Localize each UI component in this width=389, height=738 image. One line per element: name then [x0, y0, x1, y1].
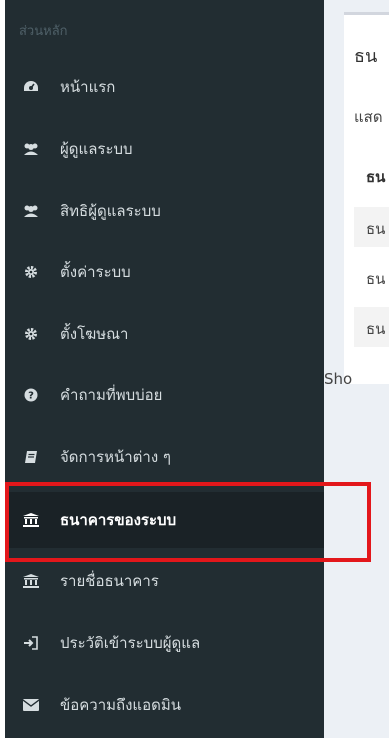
table-cell: ธน: [366, 220, 386, 238]
sidebar-item-label: คำถามที่พบบ่อย: [60, 386, 163, 404]
table-info-text: Sho: [324, 370, 353, 388]
sidebar-item-pages[interactable]: จัดการหน้าต่าง ๆ: [5, 429, 324, 485]
sidebar-item-label: ประวัติเข้าระบบผู้ดูแล: [60, 634, 201, 652]
page-title: ธน: [354, 46, 378, 67]
sidebar-item-admins[interactable]: ผู้ดูแลระบบ: [5, 121, 324, 177]
gear-icon: [21, 265, 41, 279]
table-row[interactable]: ธน: [354, 257, 389, 297]
table-row[interactable]: ธน: [354, 207, 389, 247]
sidebar-item-label: ตั้งโฆษณา: [60, 325, 129, 343]
sign-in-icon: [21, 636, 41, 650]
table-cell: ธน: [366, 320, 386, 338]
sidebar-item-admin-messages[interactable]: ข้อความถึงแอดมิน: [5, 677, 324, 733]
sidebar-item-label: ผู้ดูแลระบบ: [60, 140, 133, 158]
sidebar-item-system-bank[interactable]: ธนาคารของระบบ: [5, 492, 324, 548]
content-area: ธน แสด ธน ธน ธน ธน Sho: [324, 0, 389, 738]
sidebar-item-label: สิทธิผู้ดูแลระบบ: [60, 202, 161, 220]
bank-icon: [21, 574, 41, 588]
table-row[interactable]: ธน: [354, 307, 389, 347]
users-icon: [21, 142, 41, 156]
sidebar-item-label: หน้าแรก: [60, 78, 116, 96]
gear-icon: [21, 327, 41, 341]
sidebar-item-label: จัดการหน้าต่าง ๆ: [60, 448, 171, 466]
sidebar-item-settings[interactable]: ตั้งค่าระบบ: [5, 244, 324, 300]
question-circle-icon: ?: [21, 388, 41, 402]
sidebar: ส่วนหลัก หน้าแรก ผู้ดูแลระบบ สิทธิผู้ดูแ…: [0, 0, 324, 738]
content-panel: ธน แสด ธน ธน ธน ธน: [344, 12, 389, 384]
sidebar-item-bank-list[interactable]: รายชื่อธนาคาร: [5, 553, 324, 609]
table-cell: ธน: [366, 270, 386, 288]
dashboard-icon: [21, 80, 41, 94]
sidebar-section-header: ส่วนหลัก: [19, 24, 68, 39]
sidebar-item-home[interactable]: หน้าแรก: [5, 59, 324, 115]
book-icon: [21, 450, 41, 464]
bank-icon: [21, 513, 41, 527]
page-description: แสด: [354, 108, 383, 126]
sidebar-item-ads[interactable]: ตั้งโฆษณา: [5, 306, 324, 362]
table-header: ธน: [366, 168, 386, 186]
sidebar-item-admin-permissions[interactable]: สิทธิผู้ดูแลระบบ: [5, 183, 324, 239]
svg-text:?: ?: [28, 391, 34, 402]
users-icon: [21, 204, 41, 218]
sidebar-item-label: ธนาคารของระบบ: [60, 511, 177, 529]
envelope-icon: [21, 699, 41, 711]
sidebar-item-login-history[interactable]: ประวัติเข้าระบบผู้ดูแล: [5, 615, 324, 671]
sidebar-item-label: ตั้งค่าระบบ: [60, 263, 131, 281]
sidebar-item-label: รายชื่อธนาคาร: [60, 572, 159, 590]
sidebar-item-faq[interactable]: ? คำถามที่พบบ่อย: [5, 367, 324, 423]
sidebar-item-label: ข้อความถึงแอดมิน: [60, 696, 181, 714]
